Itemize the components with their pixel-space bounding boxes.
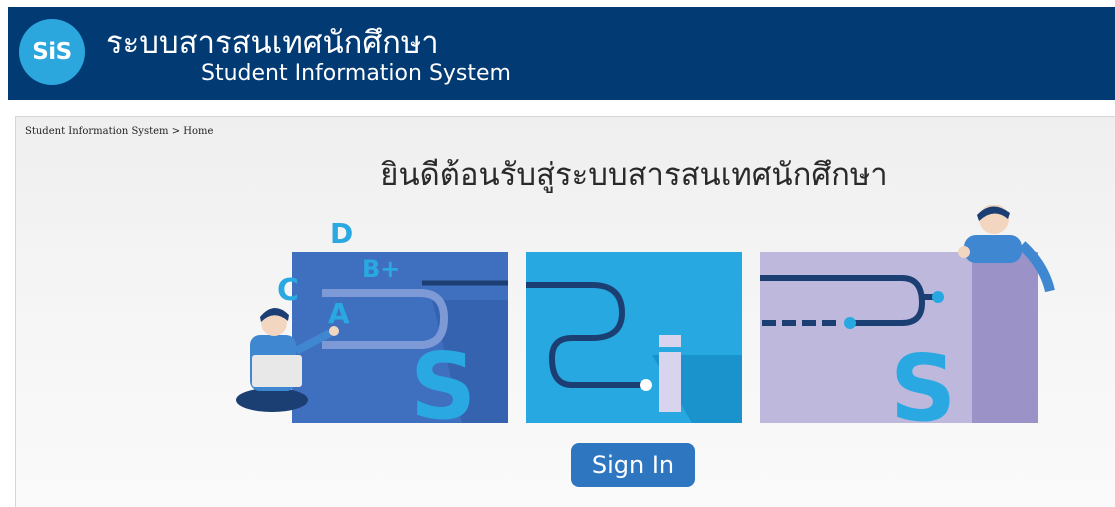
sign-in-button[interactable]: Sign In xyxy=(571,443,695,487)
site-title-english: Student Information System xyxy=(201,61,511,86)
sis-illustration: S S D C B+ A xyxy=(236,205,1055,425)
main-panel: Student Information System > Home ยินดีต… xyxy=(15,116,1115,507)
grade-a: A xyxy=(328,297,350,330)
grade-b-plus: B+ xyxy=(362,255,400,283)
grade-d: D xyxy=(330,217,353,250)
logo-text: SiS xyxy=(32,39,72,65)
sis-logo[interactable]: SiS xyxy=(19,19,85,85)
site-header: SiS ระบบสารสนเทศนักศึกษา Student Informa… xyxy=(8,7,1115,100)
grade-c: C xyxy=(277,273,299,308)
breadcrumb: Student Information System > Home xyxy=(25,126,214,137)
svg-text:S: S xyxy=(890,335,956,425)
welcome-heading: ยินดีต้อนรับสู่ระบบสารสนเทศนักศึกษา xyxy=(380,157,888,193)
svg-text:S: S xyxy=(410,333,476,425)
site-title-thai: ระบบสารสนเทศนักศึกษา xyxy=(106,25,439,61)
